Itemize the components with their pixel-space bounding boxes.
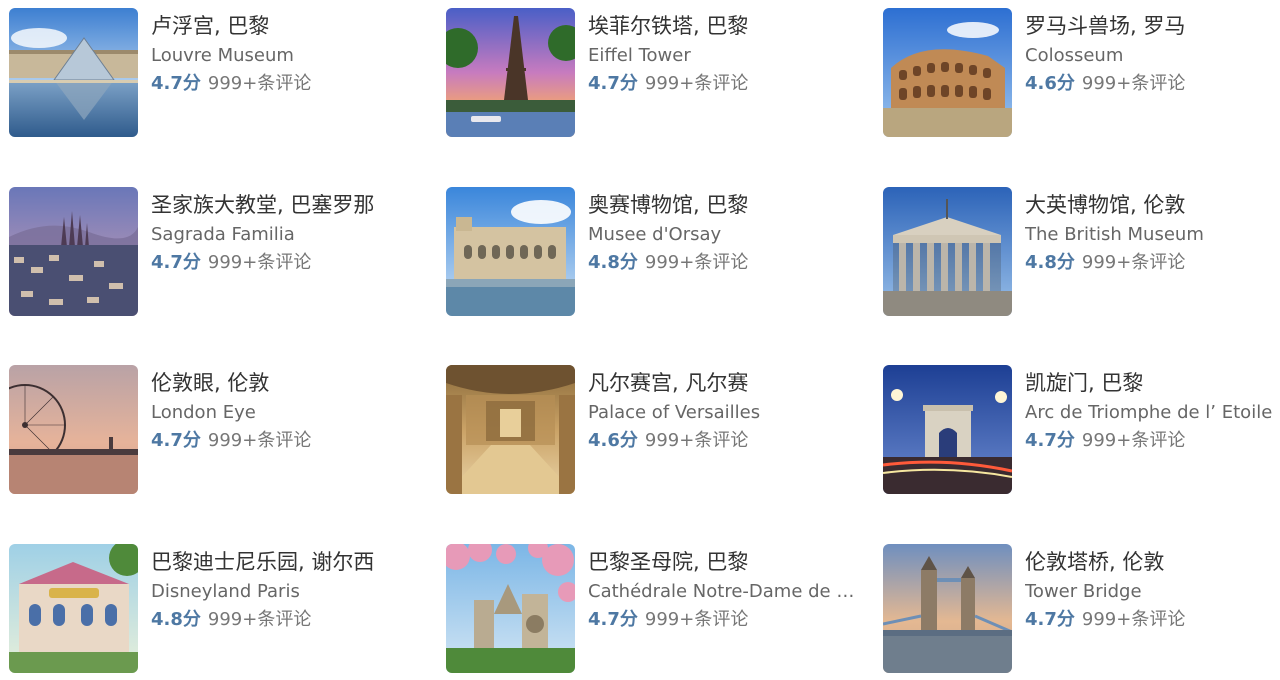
review-count[interactable]: 999+条评论	[208, 609, 311, 630]
rating-row: 4.7分 999+条评论	[151, 251, 439, 275]
attraction-title[interactable]: 伦敦塔桥, 伦敦	[1025, 549, 1280, 575]
disneyland-thumbnail[interactable]	[9, 544, 138, 673]
review-count[interactable]: 999+条评论	[208, 252, 311, 273]
attraction-grid: 卢浮宫, 巴黎 Louvre Museum 4.7分 999+条评论 埃菲尔铁塔…	[0, 0, 1280, 680]
rating-score: 4.7分	[151, 430, 201, 451]
attraction-title[interactable]: 埃菲尔铁塔, 巴黎	[588, 13, 876, 39]
attraction-subtitle: Musee d'Orsay	[588, 224, 722, 245]
rating-score: 4.6分	[588, 430, 638, 451]
rating-score: 4.8分	[588, 252, 638, 273]
review-count[interactable]: 999+条评论	[208, 430, 311, 451]
rating-row: 4.7分 999+条评论	[588, 72, 876, 96]
attraction-title[interactable]: 卢浮宫, 巴黎	[151, 13, 439, 39]
attraction-title[interactable]: 奥赛博物馆, 巴黎	[588, 192, 876, 218]
attraction-subtitle: Disneyland Paris	[151, 581, 300, 602]
rating-row: 4.6分 999+条评论	[588, 429, 876, 453]
rating-row: 4.7分 999+条评论	[588, 608, 876, 632]
card-info: 凯旋门, 巴黎 Arc de Triomphe de l’ Etoile 4.7…	[1025, 365, 1280, 453]
attraction-subtitle: Tower Bridge	[1025, 581, 1142, 602]
british-museum-thumbnail[interactable]	[883, 187, 1012, 316]
eiffel-thumbnail[interactable]	[446, 8, 575, 137]
attraction-card-tower-bridge[interactable]: 伦敦塔桥, 伦敦 Tower Bridge 4.7分 999+条评论	[883, 544, 1280, 674]
rating-score: 4.7分	[151, 73, 201, 94]
attraction-title[interactable]: 大英博物馆, 伦敦	[1025, 192, 1280, 218]
attraction-card-london-eye[interactable]: 伦敦眼, 伦敦 London Eye 4.7分 999+条评论	[9, 365, 439, 495]
rating-score: 4.7分	[588, 609, 638, 630]
colosseum-thumbnail[interactable]	[883, 8, 1012, 137]
attraction-subtitle: Palace of Versailles	[588, 402, 761, 423]
card-info: 罗马斗兽场, 罗马 Colosseum 4.6分 999+条评论	[1025, 8, 1280, 96]
tower-bridge-thumbnail[interactable]	[883, 544, 1012, 673]
attraction-subtitle: Arc de Triomphe de l’ Etoile	[1025, 402, 1273, 423]
orsay-thumbnail[interactable]	[446, 187, 575, 316]
rating-row: 4.7分 999+条评论	[151, 72, 439, 96]
attraction-card-british-museum[interactable]: 大英博物馆, 伦敦 The British Museum 4.8分 999+条评论	[883, 187, 1280, 317]
rating-row: 4.7分 999+条评论	[1025, 429, 1280, 453]
card-info: 圣家族大教堂, 巴塞罗那 Sagrada Familia 4.7分 999+条评论	[151, 187, 439, 275]
attraction-title[interactable]: 凯旋门, 巴黎	[1025, 370, 1280, 396]
rating-score: 4.7分	[588, 73, 638, 94]
attraction-card-disneyland[interactable]: 巴黎迪士尼乐园, 谢尔西 Disneyland Paris 4.8分 999+条评…	[9, 544, 439, 674]
attraction-card-colosseum[interactable]: 罗马斗兽场, 罗马 Colosseum 4.6分 999+条评论	[883, 8, 1280, 138]
card-info: 奥赛博物馆, 巴黎 Musee d'Orsay 4.8分 999+条评论	[588, 187, 876, 275]
review-count[interactable]: 999+条评论	[1082, 609, 1185, 630]
rating-score: 4.7分	[1025, 430, 1075, 451]
rating-row: 4.6分 999+条评论	[1025, 72, 1280, 96]
attraction-title[interactable]: 巴黎迪士尼乐园, 谢尔西	[151, 549, 439, 575]
sagrada-thumbnail[interactable]	[9, 187, 138, 316]
card-info: 埃菲尔铁塔, 巴黎 Eiffel Tower 4.7分 999+条评论	[588, 8, 876, 96]
rating-score: 4.8分	[151, 609, 201, 630]
review-count[interactable]: 999+条评论	[1082, 430, 1185, 451]
rating-row: 4.8分 999+条评论	[151, 608, 439, 632]
attraction-card-versailles[interactable]: 凡尔赛宫, 凡尔赛 Palace of Versailles 4.6分 999+条…	[446, 365, 876, 495]
review-count[interactable]: 999+条评论	[208, 73, 311, 94]
attraction-card-orsay[interactable]: 奥赛博物馆, 巴黎 Musee d'Orsay 4.8分 999+条评论	[446, 187, 876, 317]
review-count[interactable]: 999+条评论	[645, 609, 748, 630]
notre-dame-thumbnail[interactable]	[446, 544, 575, 673]
review-count[interactable]: 999+条评论	[1082, 73, 1185, 94]
rating-row: 4.7分 999+条评论	[1025, 608, 1280, 632]
attraction-card-notre-dame[interactable]: 巴黎圣母院, 巴黎 Cathédrale Notre-Dame de … 4.7…	[446, 544, 876, 674]
arc-de-triomphe-thumbnail[interactable]	[883, 365, 1012, 494]
rating-row: 4.7分 999+条评论	[151, 429, 439, 453]
rating-score: 4.8分	[1025, 252, 1075, 273]
attraction-subtitle: Louvre Museum	[151, 45, 294, 66]
attraction-subtitle: Sagrada Familia	[151, 224, 295, 245]
attraction-subtitle: Cathédrale Notre-Dame de …	[588, 581, 855, 602]
card-info: 凡尔赛宫, 凡尔赛 Palace of Versailles 4.6分 999+条…	[588, 365, 876, 453]
rating-row: 4.8分 999+条评论	[588, 251, 876, 275]
attraction-subtitle: The British Museum	[1025, 224, 1204, 245]
rating-score: 4.6分	[1025, 73, 1075, 94]
card-info: 卢浮宫, 巴黎 Louvre Museum 4.7分 999+条评论	[151, 8, 439, 96]
attraction-title[interactable]: 罗马斗兽场, 罗马	[1025, 13, 1280, 39]
rating-score: 4.7分	[1025, 609, 1075, 630]
rating-row: 4.8分 999+条评论	[1025, 251, 1280, 275]
attraction-card-eiffel[interactable]: 埃菲尔铁塔, 巴黎 Eiffel Tower 4.7分 999+条评论	[446, 8, 876, 138]
card-info: 巴黎迪士尼乐园, 谢尔西 Disneyland Paris 4.8分 999+条评…	[151, 544, 439, 632]
attraction-title[interactable]: 伦敦眼, 伦敦	[151, 370, 439, 396]
attraction-title[interactable]: 巴黎圣母院, 巴黎	[588, 549, 876, 575]
attraction-subtitle: Colosseum	[1025, 45, 1124, 66]
review-count[interactable]: 999+条评论	[645, 73, 748, 94]
review-count[interactable]: 999+条评论	[645, 252, 748, 273]
versailles-thumbnail[interactable]	[446, 365, 575, 494]
attraction-card-sagrada[interactable]: 圣家族大教堂, 巴塞罗那 Sagrada Familia 4.7分 999+条评论	[9, 187, 439, 317]
card-info: 伦敦眼, 伦敦 London Eye 4.7分 999+条评论	[151, 365, 439, 453]
london-eye-thumbnail[interactable]	[9, 365, 138, 494]
louvre-thumbnail[interactable]	[9, 8, 138, 137]
card-info: 巴黎圣母院, 巴黎 Cathédrale Notre-Dame de … 4.7…	[588, 544, 876, 632]
attraction-subtitle: London Eye	[151, 402, 256, 423]
card-info: 伦敦塔桥, 伦敦 Tower Bridge 4.7分 999+条评论	[1025, 544, 1280, 632]
attraction-subtitle: Eiffel Tower	[588, 45, 691, 66]
review-count[interactable]: 999+条评论	[1082, 252, 1185, 273]
attraction-card-arc-de-triomphe[interactable]: 凯旋门, 巴黎 Arc de Triomphe de l’ Etoile 4.7…	[883, 365, 1280, 495]
attraction-card-louvre[interactable]: 卢浮宫, 巴黎 Louvre Museum 4.7分 999+条评论	[9, 8, 439, 138]
review-count[interactable]: 999+条评论	[645, 430, 748, 451]
rating-score: 4.7分	[151, 252, 201, 273]
card-info: 大英博物馆, 伦敦 The British Museum 4.8分 999+条评论	[1025, 187, 1280, 275]
attraction-title[interactable]: 凡尔赛宫, 凡尔赛	[588, 370, 876, 396]
attraction-title[interactable]: 圣家族大教堂, 巴塞罗那	[151, 192, 439, 218]
